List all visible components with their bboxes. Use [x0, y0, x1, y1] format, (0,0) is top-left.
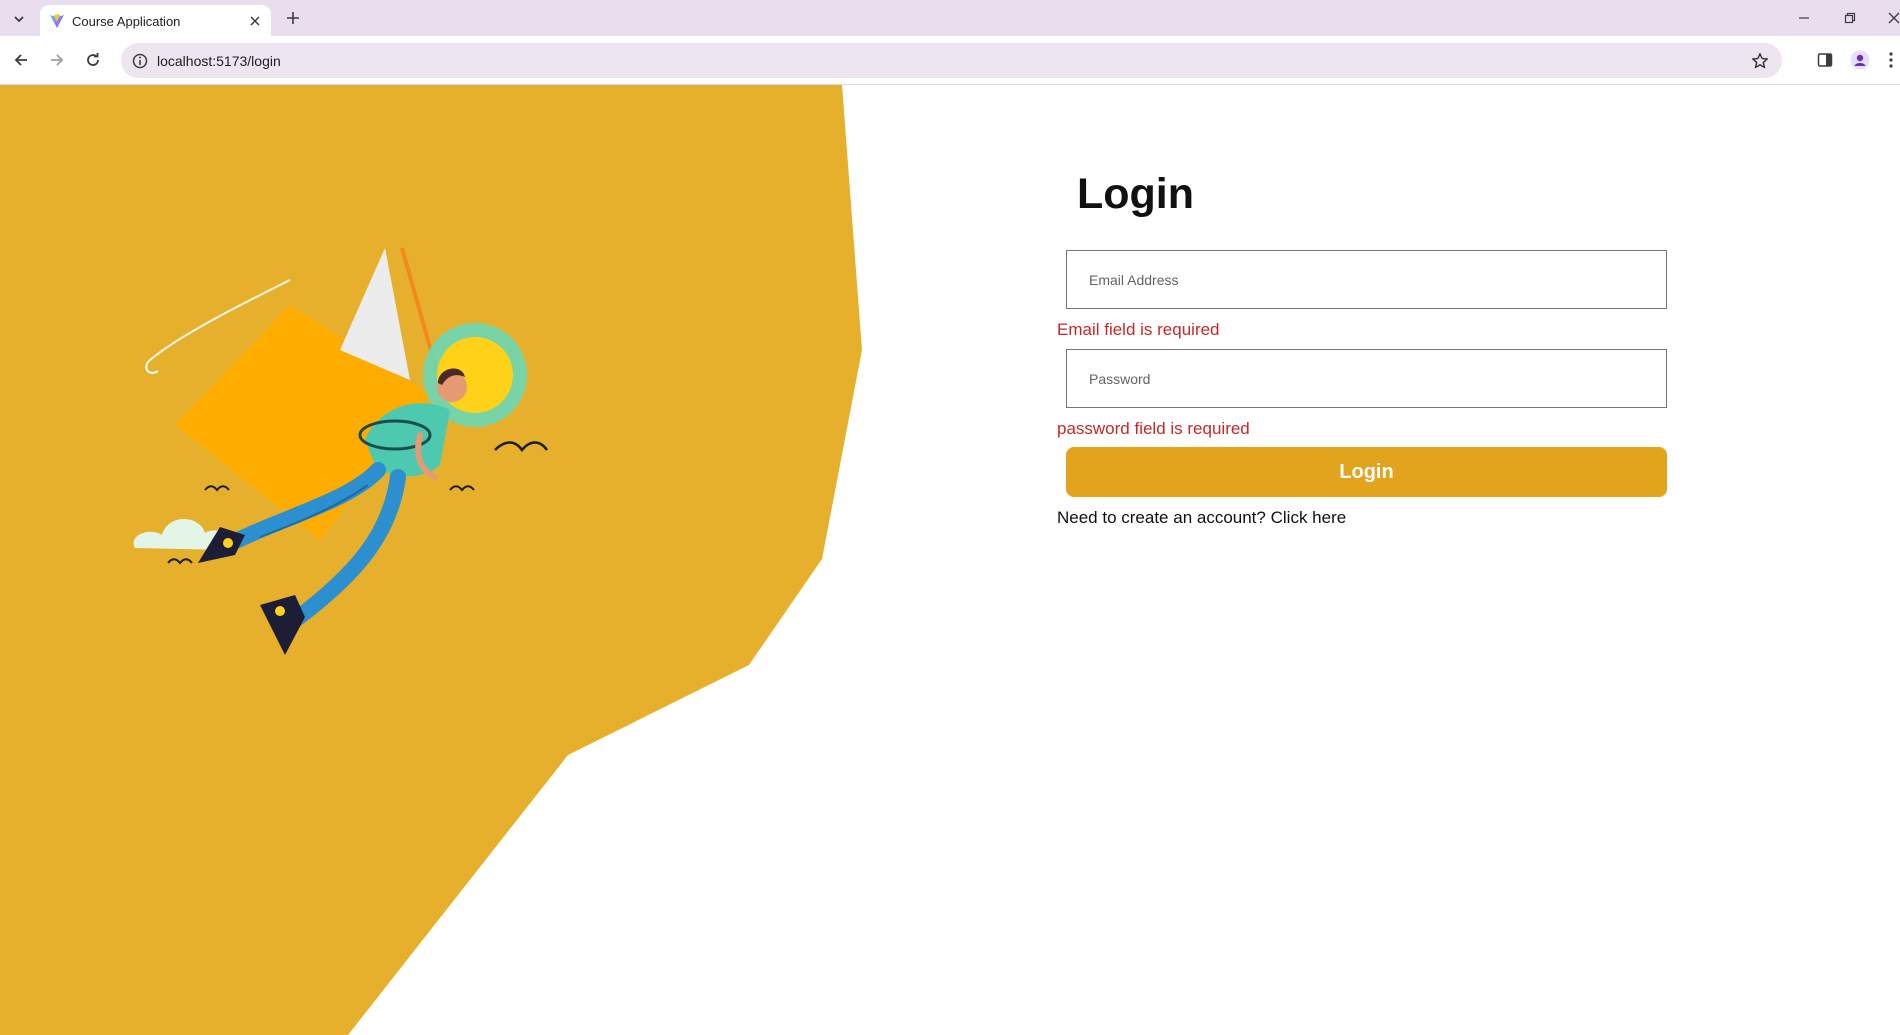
close-icon — [250, 16, 260, 26]
star-icon — [1752, 53, 1768, 69]
close-window-button[interactable] — [1880, 6, 1900, 30]
profile-button[interactable] — [1847, 47, 1873, 73]
vite-logo-icon — [50, 14, 64, 28]
signup-prompt-text: Need to create an account? — [1057, 508, 1266, 527]
browser-toolbar: localhost:5173/login — [0, 36, 1900, 85]
password-input[interactable] — [1066, 349, 1667, 408]
bookmark-button[interactable] — [1750, 51, 1770, 71]
forward-button[interactable] — [43, 46, 71, 74]
restore-icon — [1844, 12, 1856, 24]
profile-avatar-icon — [1850, 50, 1870, 70]
tab-title: Course Application — [72, 14, 181, 29]
side-panel-button[interactable] — [1812, 47, 1838, 73]
restore-window-button[interactable] — [1836, 6, 1864, 30]
signup-link[interactable]: Click here — [1271, 508, 1347, 527]
new-tab-button[interactable] — [281, 6, 305, 30]
plus-icon — [287, 12, 299, 24]
reload-button[interactable] — [79, 46, 107, 74]
browser-tab-active[interactable]: Course Application — [40, 5, 271, 36]
address-url[interactable]: localhost:5173/login — [157, 53, 281, 69]
minimize-window-button[interactable] — [1790, 6, 1818, 30]
password-error-message: password field is required — [1057, 419, 1250, 438]
page-title: Login — [1077, 170, 1195, 218]
login-button[interactable]: Login — [1066, 447, 1667, 497]
close-icon — [1888, 12, 1900, 24]
tab-close-button[interactable] — [246, 12, 264, 30]
man-flying-with-kite-illustration — [133, 247, 549, 655]
login-page: Login Email field is required password f… — [0, 85, 1900, 1035]
side-panel-icon — [1817, 53, 1833, 67]
minimize-icon — [1799, 17, 1809, 19]
address-bar[interactable]: localhost:5173/login — [121, 43, 1782, 78]
reload-icon — [87, 53, 99, 66]
arrow-left-icon — [14, 54, 27, 66]
more-vertical-icon — [1889, 52, 1893, 68]
signup-prompt: Need to create an account? Click here — [1057, 508, 1346, 528]
tab-search-button[interactable] — [8, 8, 30, 30]
browser-tabstrip: Course Application — [0, 0, 1900, 36]
chevron-down-icon — [14, 16, 24, 23]
email-error-message: Email field is required — [1057, 320, 1220, 339]
email-input[interactable] — [1066, 250, 1667, 309]
arrow-right-icon — [51, 54, 64, 66]
back-button[interactable] — [7, 46, 35, 74]
browser-menu-button[interactable] — [1882, 47, 1900, 73]
info-icon[interactable] — [131, 52, 149, 70]
